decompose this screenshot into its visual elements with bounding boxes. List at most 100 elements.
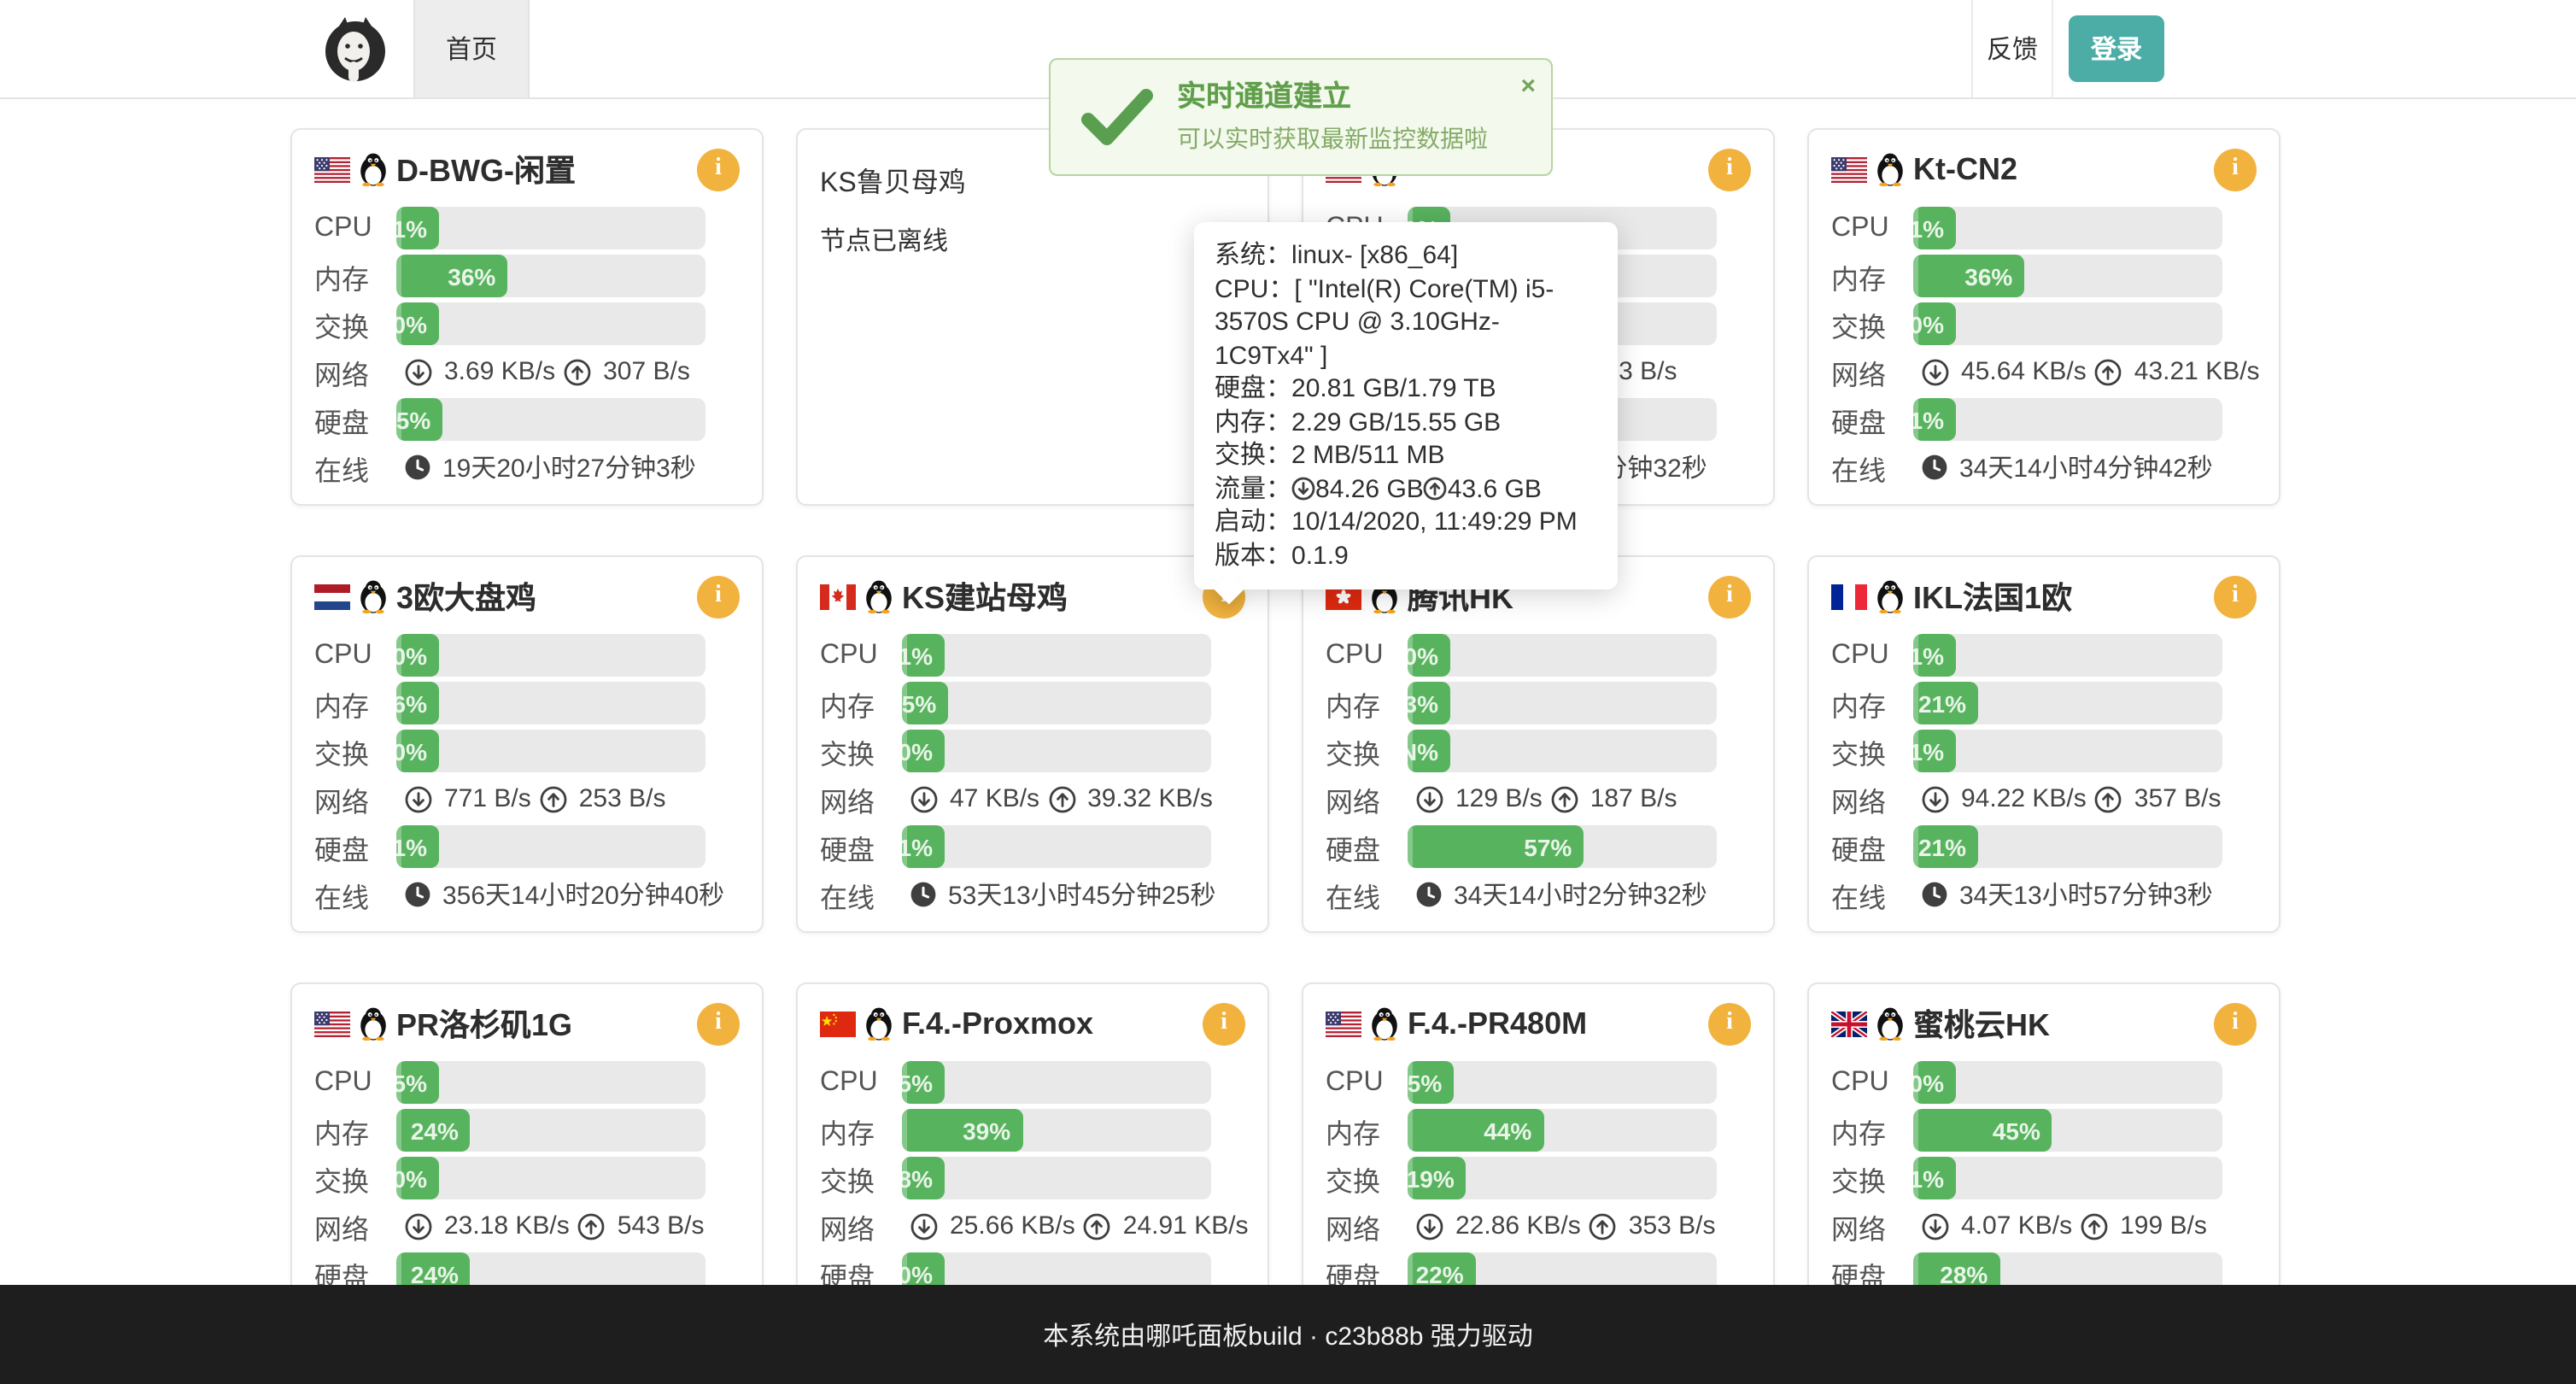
- metric-label: 在线: [1326, 874, 1408, 915]
- tooltip-value: 2 MB/511 MB: [1291, 441, 1445, 470]
- server-name: F.4.-Proxmox: [902, 1006, 1093, 1041]
- memory-row: 内存 36%: [314, 255, 740, 297]
- nav-tab-home[interactable]: 首页: [413, 0, 530, 97]
- info-icon[interactable]: i: [697, 1002, 740, 1045]
- progress-fill: 1%: [1913, 1157, 1956, 1199]
- penguin-icon: [1876, 152, 1905, 186]
- progress-fill: 0%: [396, 302, 439, 345]
- metric-label: 网络: [820, 1205, 902, 1246]
- server-card: Kt-CN2 i CPU 1% 内存 36% 交换 0%: [1807, 128, 2280, 506]
- disk-row: 硬盘 15%: [314, 398, 740, 441]
- progress-value: 24%: [411, 1260, 459, 1287]
- penguin-icon: [1370, 1006, 1399, 1041]
- traffic-up-value: 43.6 GB: [1448, 474, 1542, 503]
- info-icon[interactable]: i: [697, 148, 740, 191]
- realtime-toast: 实时通道建立 可以实时获取最新监控数据啦 ×: [1049, 58, 1553, 176]
- progress-track: 0%: [1913, 1061, 2222, 1104]
- penguin-icon: [359, 152, 388, 186]
- clock-icon: [1416, 882, 1442, 907]
- footer-panel-link[interactable]: 哪吒面板: [1145, 1317, 1248, 1352]
- clock-icon: [405, 882, 430, 907]
- upload-arrow-icon: [1084, 1212, 1111, 1240]
- arrow-circle-up-icon: [2095, 358, 2122, 385]
- progress-value: 44%: [1484, 1117, 1531, 1144]
- penguin-icon: [1876, 1006, 1905, 1041]
- info-icon[interactable]: i: [2214, 575, 2257, 618]
- progress-fill: 45%: [1913, 1109, 2052, 1152]
- progress-fill: 39%: [902, 1109, 1022, 1152]
- download-arrow-icon: [1416, 785, 1443, 812]
- arrow-circle-down-icon: [910, 1212, 938, 1240]
- metric-label: 交换: [314, 1158, 396, 1199]
- tooltip-row: 交换：2 MB/511 MB: [1215, 439, 1597, 472]
- progress-fill: 24%: [396, 1109, 471, 1152]
- network-download-value: 23.18 KB/s: [444, 1211, 570, 1240]
- penguin-icon: [359, 1006, 388, 1041]
- login-button[interactable]: 登录: [2069, 15, 2164, 82]
- info-icon[interactable]: i: [1203, 1002, 1245, 1045]
- progress-fill: 0%: [1913, 1061, 1956, 1104]
- network-row: 网络 3.69 KB/s 307 B/s: [314, 350, 740, 393]
- network-row: 网络 94.22 KB/s 357 B/s: [1831, 777, 2257, 820]
- progress-value: 5%: [902, 1069, 933, 1096]
- tooltip-row: 流量：84.26 GB43.6 GB: [1215, 472, 1597, 506]
- progress-value: 8%: [902, 1164, 933, 1192]
- flag-us-icon: [314, 156, 350, 182]
- progress-fill: 0%: [1408, 634, 1450, 677]
- info-icon[interactable]: i: [2214, 1002, 2257, 1045]
- nav-link-feedback[interactable]: 反馈: [1971, 0, 2053, 97]
- flag-nl-icon: [314, 584, 350, 609]
- metric-label: CPU: [1326, 1067, 1408, 1098]
- progress-fill: 1%: [396, 825, 439, 868]
- progress-value: 0%: [1913, 1069, 1944, 1096]
- clock-icon: [1922, 882, 1947, 907]
- progress-track: 0%: [396, 302, 705, 345]
- info-icon[interactable]: i: [1708, 575, 1751, 618]
- progress-track: 15%: [1408, 1061, 1717, 1104]
- network-row: 网络 47 KB/s 39.32 KB/s: [820, 777, 1245, 820]
- upload-arrow-icon: [2095, 358, 2122, 385]
- progress-value: 0%: [902, 737, 933, 765]
- uptime-row: 在线 34天13小时57分钟3秒: [1831, 873, 2257, 916]
- arrow-circle-up-icon: [1424, 476, 1448, 500]
- uptime-value: 356天14小时20分钟40秒: [442, 877, 724, 912]
- progress-value: 39%: [963, 1117, 1010, 1144]
- info-icon[interactable]: i: [697, 575, 740, 618]
- arrow-circle-down-icon: [1416, 1212, 1443, 1240]
- server-name: D-BWG-闲置: [396, 147, 576, 191]
- arrow-circle-down-icon: [405, 785, 432, 812]
- progress-track: 15%: [396, 398, 705, 441]
- progress-track: 1%: [396, 825, 705, 868]
- metric-label: 内存: [1831, 683, 1913, 724]
- progress-fill: 36%: [1913, 255, 2024, 297]
- network-row: 网络 771 B/s 253 B/s: [314, 777, 740, 820]
- clock-icon: [1922, 454, 1947, 480]
- info-icon[interactable]: i: [2214, 148, 2257, 191]
- clock-icon: [405, 454, 430, 480]
- cpu-row: CPU 15%: [1326, 1061, 1751, 1104]
- metric-label: 网络: [1326, 1205, 1408, 1246]
- metric-label: CPU: [1326, 640, 1408, 671]
- metric-label: 交换: [314, 730, 396, 771]
- download-arrow-icon: [1922, 1212, 1949, 1240]
- progress-value: 28%: [1940, 1260, 1988, 1287]
- progress-value: 0%: [396, 737, 427, 765]
- cpu-row: CPU 0%: [1326, 634, 1751, 677]
- toast-close-icon[interactable]: ×: [1520, 73, 1536, 99]
- info-icon[interactable]: i: [1708, 1002, 1751, 1045]
- arrow-circle-up-icon: [564, 358, 591, 385]
- clock-icon: [910, 882, 936, 907]
- site-logo[interactable]: [321, 15, 389, 84]
- network-upload-value: 39.32 KB/s: [1087, 784, 1213, 813]
- progress-track: 1%: [1913, 207, 2222, 249]
- swap-row: 交换 8%: [820, 1157, 1245, 1199]
- arrow-circle-up-icon: [578, 1212, 606, 1240]
- metric-label: 内存: [1326, 1110, 1408, 1151]
- info-icon[interactable]: i: [1708, 148, 1751, 191]
- progress-track: 1%: [1913, 730, 2222, 772]
- progress-fill: 3%: [1408, 682, 1450, 724]
- download-arrow-icon: [910, 1212, 938, 1240]
- arrow-circle-down-icon: [1922, 785, 1949, 812]
- cpu-row: CPU 0%: [314, 634, 740, 677]
- progress-value: 1%: [1913, 642, 1944, 669]
